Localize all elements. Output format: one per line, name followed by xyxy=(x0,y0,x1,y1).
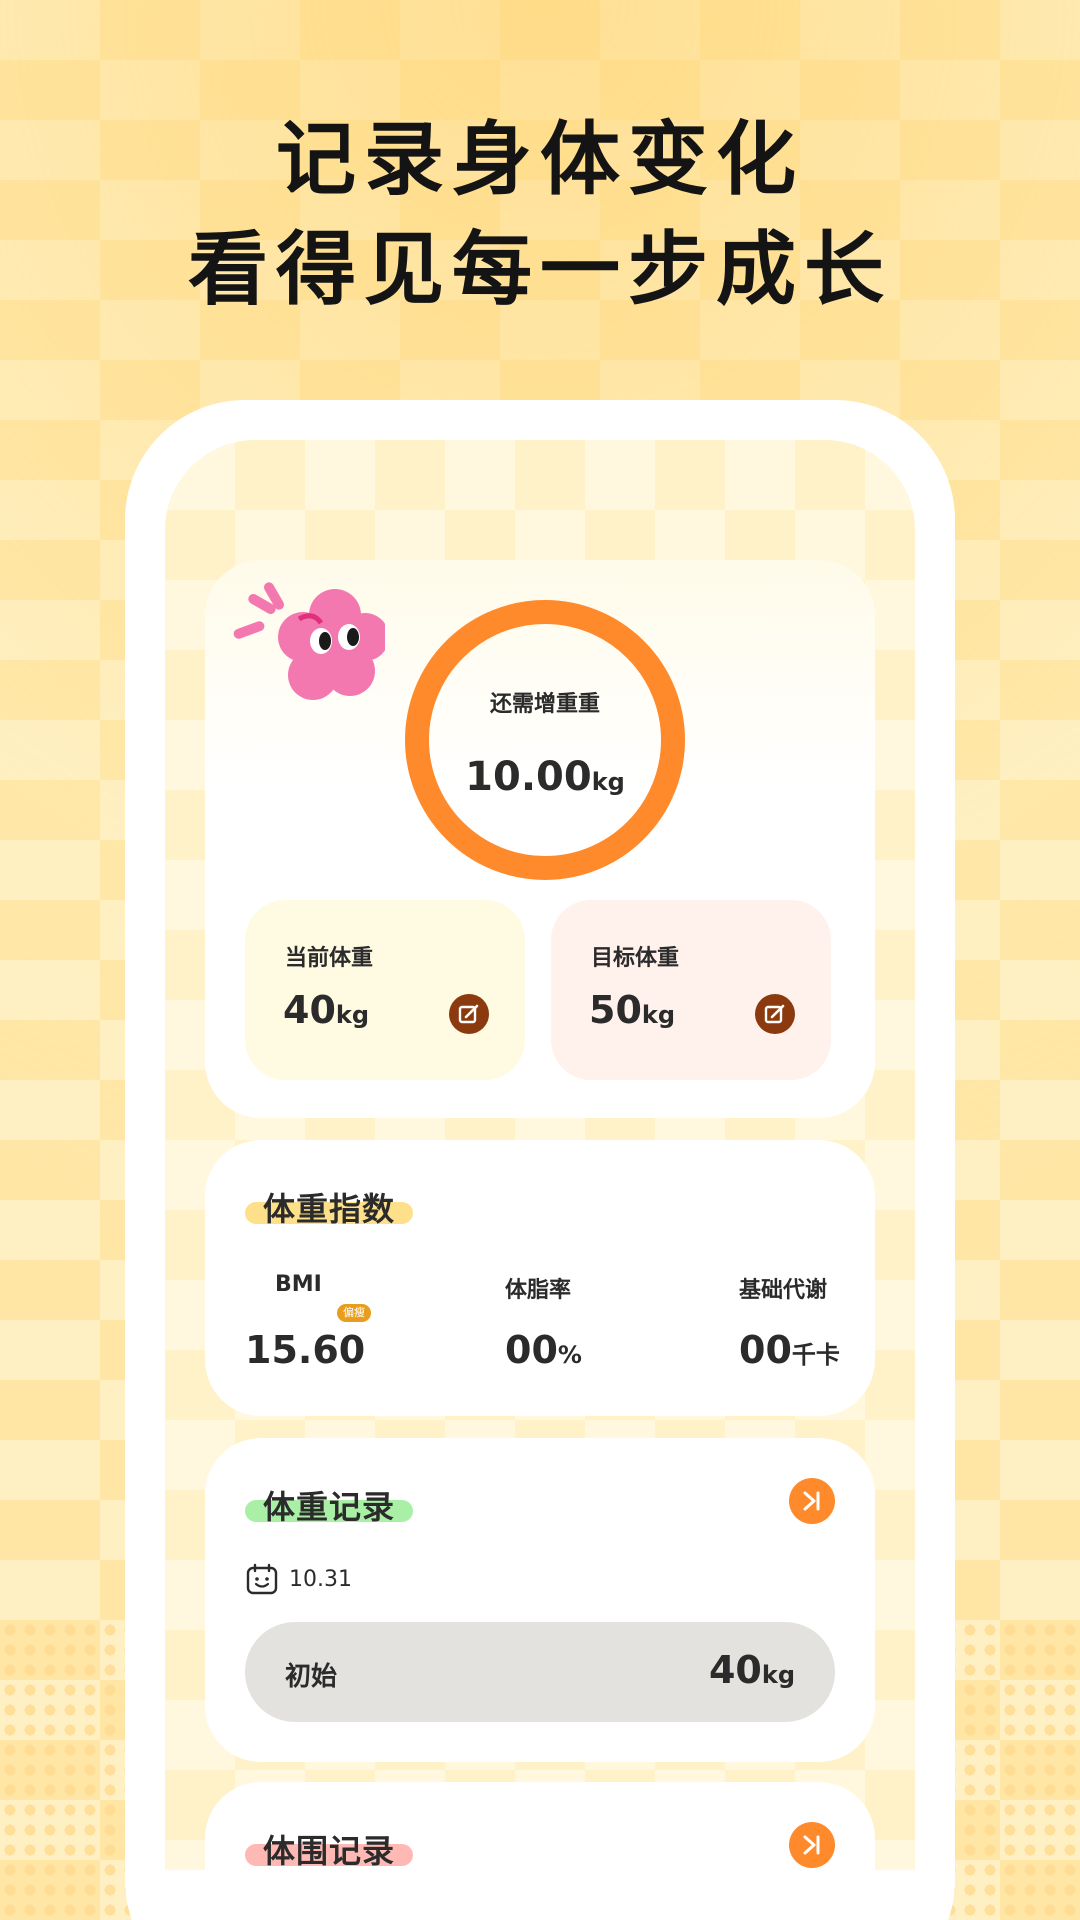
weight-record-more-button[interactable] xyxy=(789,1478,835,1524)
metabolism-label: 基础代谢 xyxy=(739,1278,828,1303)
progress-ring: 还需增重重 10.00kg xyxy=(405,600,685,880)
target-weight-box: 目标体重 50kg xyxy=(551,900,831,1080)
weight-goal-card: 还需增重重 10.00kg 当前体重 40kg 目标体重 50kg xyxy=(205,560,875,1118)
calendar-icon xyxy=(246,1563,278,1595)
girth-record-title: 体围记录 xyxy=(245,1826,414,1870)
record-entry-number: 40 xyxy=(708,1648,762,1692)
current-weight-number: 40 xyxy=(283,988,336,1032)
bmi-status-badge: 偏瘦 xyxy=(337,1304,371,1322)
weight-index-card: 体重指数 BMI 偏瘦 15.60 体脂率 00% 基础代谢 00千卡 xyxy=(205,1140,875,1416)
weight-record-title: 体重记录 xyxy=(245,1482,414,1526)
headline-line-2: 看得见每一步成长 xyxy=(188,223,892,316)
weight-index-title-text: 体重指数 xyxy=(263,1190,396,1228)
record-date-row: 10.31 xyxy=(245,1562,352,1596)
current-weight-box: 当前体重 40kg xyxy=(245,900,525,1080)
girth-record-title-text: 体围记录 xyxy=(263,1832,396,1870)
edit-current-weight-button[interactable] xyxy=(449,994,489,1034)
metabolism-unit: 千卡 xyxy=(791,1341,840,1369)
bmi-label: BMI xyxy=(275,1272,322,1297)
target-weight-number: 50 xyxy=(589,988,642,1032)
weight-record-card: 体重记录 10.31 初始 40kg xyxy=(205,1438,875,1762)
edit-icon xyxy=(764,1004,785,1024)
record-entry-value: 40kg xyxy=(709,1648,795,1692)
target-weight-unit: kg xyxy=(641,1001,676,1029)
headline-line-1: 记录身体变化 xyxy=(276,113,804,206)
bmi-value: 15.60 xyxy=(245,1328,366,1372)
metabolism-value: 00千卡 xyxy=(739,1328,840,1372)
current-weight-unit: kg xyxy=(335,1001,370,1029)
target-weight-label: 目标体重 xyxy=(591,946,680,971)
promo-headline: 记录身体变化 看得见每一步成长 xyxy=(0,105,1080,325)
body-fat-value: 00% xyxy=(505,1328,582,1372)
remaining-gain-number: 10.00 xyxy=(465,754,592,800)
body-fat-label: 体脂率 xyxy=(505,1278,572,1303)
body-fat-number: 00 xyxy=(505,1328,558,1372)
target-weight-value: 50kg xyxy=(589,988,675,1032)
current-weight-label: 当前体重 xyxy=(285,946,374,971)
record-entry-unit: kg xyxy=(761,1661,795,1689)
record-entry-label: 初始 xyxy=(285,1662,338,1692)
girth-record-more-button[interactable] xyxy=(789,1822,835,1868)
weight-record-entry[interactable]: 初始 40kg xyxy=(245,1622,835,1722)
current-weight-value: 40kg xyxy=(283,988,369,1032)
edit-target-weight-button[interactable] xyxy=(755,994,795,1034)
girth-record-card: 体围记录 xyxy=(205,1782,875,1870)
remaining-gain-unit: kg xyxy=(591,768,625,796)
remaining-gain-label: 还需增重重 xyxy=(489,692,600,717)
record-date: 10.31 xyxy=(289,1566,352,1592)
edit-icon xyxy=(458,1004,479,1024)
remaining-gain-value: 10.00kg xyxy=(429,754,661,800)
weight-record-title-text: 体重记录 xyxy=(263,1488,396,1526)
skip-forward-icon xyxy=(803,1491,820,1511)
metabolism-number: 00 xyxy=(739,1328,792,1372)
flower-mascot-icon xyxy=(233,582,385,700)
skip-forward-icon xyxy=(803,1835,820,1855)
body-fat-unit: % xyxy=(557,1341,582,1369)
phone-screen: 还需增重重 10.00kg 当前体重 40kg 目标体重 50kg 体重指数 B… xyxy=(165,440,915,1870)
weight-index-title: 体重指数 xyxy=(245,1184,414,1228)
